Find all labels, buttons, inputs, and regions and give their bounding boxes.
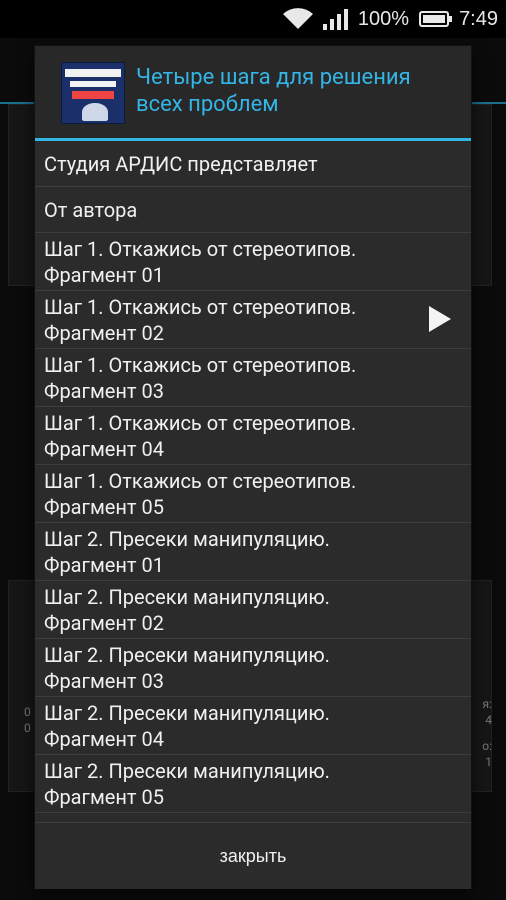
track-title: Шаг 1. Откажись от стереотипов. [44,295,357,319]
battery-percentage: 100% [357,7,410,30]
track-item[interactable]: Шаг 1. Откажись от стереотипов. Фрагмент … [35,349,471,407]
track-item[interactable]: Шаг 1. Откажись от стереотипов. Фрагмент … [35,291,471,349]
track-fragment: Фрагмент 01 [44,263,164,287]
book-cover-image [61,62,125,124]
track-title: Шаг 2. Пресеки манипуляцию. [44,527,330,551]
track-title: Шаг 1. Откажись от стереотипов. [44,353,357,377]
track-title: Шаг 2. Пресеки манипуляцию. [44,643,330,667]
signal-icon [322,8,348,30]
track-title: Шаг 2. Пресеки манипуляцию. [44,759,330,783]
track-item[interactable]: Шаг 2. Пресеки манипуляцию. Фрагмент 04 [35,697,471,755]
wifi-icon [282,8,313,30]
clock: 7:49 [459,7,498,30]
dialog-title: Четыре шага для решения всех проблем [136,65,411,117]
battery-icon [419,11,453,27]
track-title: Шаг 1. Откажись от стереотипов. [44,237,357,261]
background-text-right: я: 4 о: 1 [482,697,492,769]
track-title: Шаг 1. Откажись от стереотипов. [44,411,357,435]
track-item[interactable]: От автора [35,187,471,233]
background-text-left: 0 0 [24,705,31,735]
track-item[interactable]: Шаг 2. Пресеки манипуляцию. Фрагмент 02 [35,581,471,639]
track-item[interactable]: Шаг 1. Откажись от стереотипов. Фрагмент … [35,407,471,465]
playlist-dialog: Четыре шага для решения всех проблем Сту… [35,46,471,889]
track-item[interactable]: Шаг 1. Откажись от стереотипов. Фрагмент … [35,233,471,291]
track-fragment: Фрагмент 04 [44,437,164,461]
track-fragment: Фрагмент 01 [44,553,164,577]
track-item[interactable]: Шаг 2. Пресеки манипуляцию. Фрагмент 01 [35,523,471,581]
play-icon[interactable] [429,306,451,332]
close-button[interactable]: закрыть [214,845,293,868]
track-list[interactable]: Студия АРДИС представляет От автора Шаг 1.… [35,141,471,822]
dialog-footer: закрыть [35,822,471,889]
track-title: Шаг 1. Откажись от стереотипов. [44,469,357,493]
track-item[interactable]: Шаг 2. Пресеки манипуляцию. Фрагмент 05 [35,755,471,813]
track-title: Шаг 2. Пресеки манипуляцию. [44,701,330,725]
track-fragment: Фрагмент 03 [44,669,164,693]
status-bar: 100% 7:49 [0,0,506,38]
track-title: Шаг 2. Пресеки манипуляцию. [44,585,330,609]
track-fragment: Фрагмент 05 [44,785,164,809]
track-fragment: Фрагмент 02 [44,611,164,635]
track-title: От автора [44,198,138,222]
track-fragment: Фрагмент 04 [44,727,164,751]
dialog-header: Четыре шага для решения всех проблем [35,46,471,138]
track-fragment: Фрагмент 05 [44,495,164,519]
track-item[interactable]: Шаг 2. Пресеки манипуляцию. Фрагмент 03 [35,639,471,697]
track-fragment: Фрагмент 03 [44,379,164,403]
track-title: Студия АРДИС представляет [44,152,318,176]
track-item[interactable]: Студия АРДИС представляет [35,141,471,187]
track-item[interactable]: Шаг 1. Откажись от стереотипов. Фрагмент … [35,465,471,523]
track-fragment: Фрагмент 02 [44,321,164,345]
